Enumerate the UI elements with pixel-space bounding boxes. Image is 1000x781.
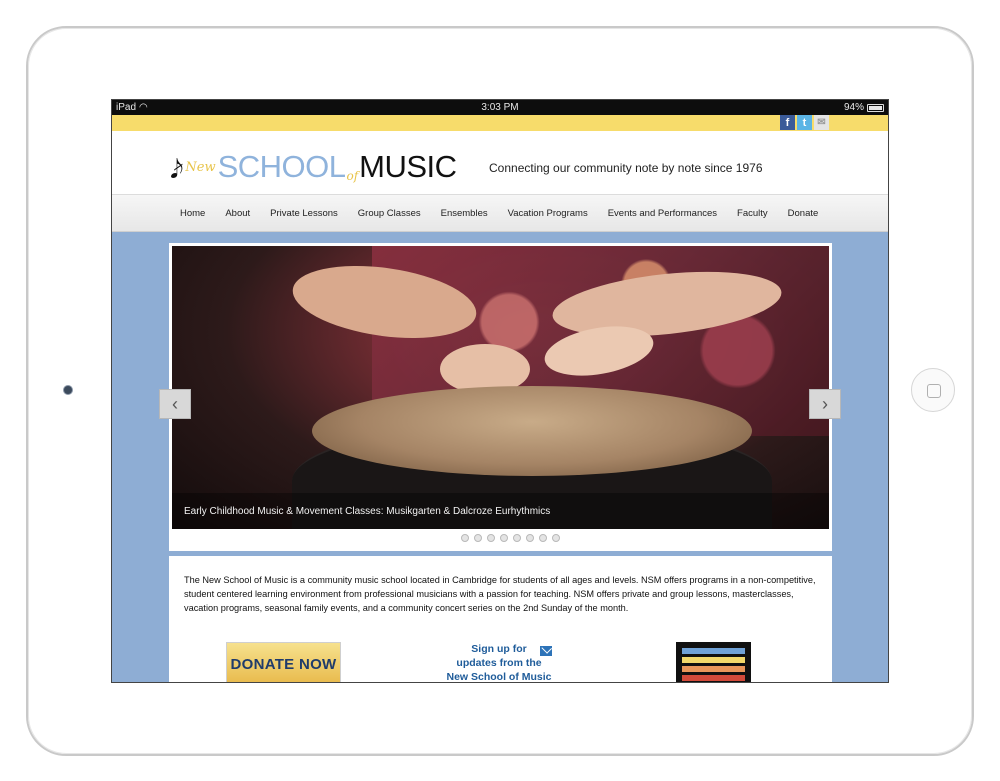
camera-icon (63, 385, 73, 395)
slide-drum-top (312, 386, 752, 476)
slider-dot[interactable] (474, 534, 482, 542)
slide-image[interactable]: Early Childhood Music & Movement Classes… (172, 246, 829, 529)
logo-new: New (185, 160, 216, 175)
logo-school: SCHOOL (217, 149, 346, 184)
chevron-left-icon: ‹ (172, 393, 178, 414)
nav-about[interactable]: About (225, 208, 250, 219)
site-tagline: Connecting our community note by note si… (489, 161, 763, 175)
status-time: 3:03 PM (481, 102, 519, 113)
intro-text: The New School of Music is a community m… (184, 575, 816, 613)
device-name: iPad (116, 102, 137, 113)
logo-stripe (682, 666, 745, 672)
slider-prev-button[interactable]: ‹ (159, 389, 191, 419)
slider-dot[interactable] (513, 534, 521, 542)
slider-dot[interactable] (461, 534, 469, 542)
nav-private-lessons[interactable]: Private Lessons (270, 208, 338, 219)
signup-line-2: updates from the (456, 657, 542, 669)
home-square-icon (927, 384, 941, 398)
slider-dot[interactable] (552, 534, 560, 542)
site-header: 𝆔 New SCHOOL of MUSIC Connecting our com… (112, 131, 888, 194)
slider-dot[interactable] (526, 534, 534, 542)
image-slider: Early Childhood Music & Movement Classes… (169, 243, 832, 551)
slider-dot[interactable] (487, 534, 495, 542)
logo-stripe (682, 657, 745, 663)
nav-donate[interactable]: Donate (788, 208, 819, 219)
slider-dot[interactable] (539, 534, 547, 542)
facebook-icon[interactable]: f (780, 115, 795, 130)
ipad-screen: iPad ◠ 3:03 PM 94% f t ✉ 𝆔 New SCHOOL of… (111, 99, 889, 683)
nav-ensembles[interactable]: Ensembles (441, 208, 488, 219)
social-links: f t ✉ (780, 115, 829, 130)
battery-percent: 94% (843, 102, 864, 113)
music-note-icon: 𝆔 (170, 142, 184, 188)
main-nav: Home About Private Lessons Group Classes… (112, 194, 888, 232)
slider-next-button[interactable]: › (809, 389, 841, 419)
status-bar: iPad ◠ 3:03 PM 94% (112, 100, 888, 115)
chevron-right-icon: › (822, 393, 828, 414)
logo-of: of (346, 169, 359, 183)
nav-group-classes[interactable]: Group Classes (358, 208, 421, 219)
nav-vacation-programs[interactable]: Vacation Programs (508, 208, 588, 219)
logo-stripe (682, 675, 745, 681)
email-icon[interactable]: ✉ (814, 115, 829, 130)
donate-now-button[interactable]: DONATE NOW (226, 642, 341, 682)
site-logo[interactable]: 𝆔 New SCHOOL of MUSIC (170, 137, 457, 185)
wifi-icon: ◠ (139, 102, 148, 113)
logo-stripe (682, 648, 745, 654)
logo-music: MUSIC (359, 149, 457, 184)
nav-faculty[interactable]: Faculty (737, 208, 768, 219)
partner-logo[interactable] (676, 642, 751, 682)
top-yellow-bar: f t ✉ (112, 115, 888, 131)
twitter-icon[interactable]: t (797, 115, 812, 130)
mail-icon (540, 646, 552, 656)
content-panel: The New School of Music is a community m… (169, 556, 832, 683)
slider-dots (169, 534, 832, 542)
battery-icon (867, 103, 884, 112)
slider-dot[interactable] (500, 534, 508, 542)
slide-caption: Early Childhood Music & Movement Classes… (172, 493, 829, 529)
nav-events-performances[interactable]: Events and Performances (608, 208, 717, 219)
nav-home[interactable]: Home (180, 208, 205, 219)
home-button[interactable] (911, 368, 955, 412)
signup-line-3: New School of Music (446, 671, 552, 683)
